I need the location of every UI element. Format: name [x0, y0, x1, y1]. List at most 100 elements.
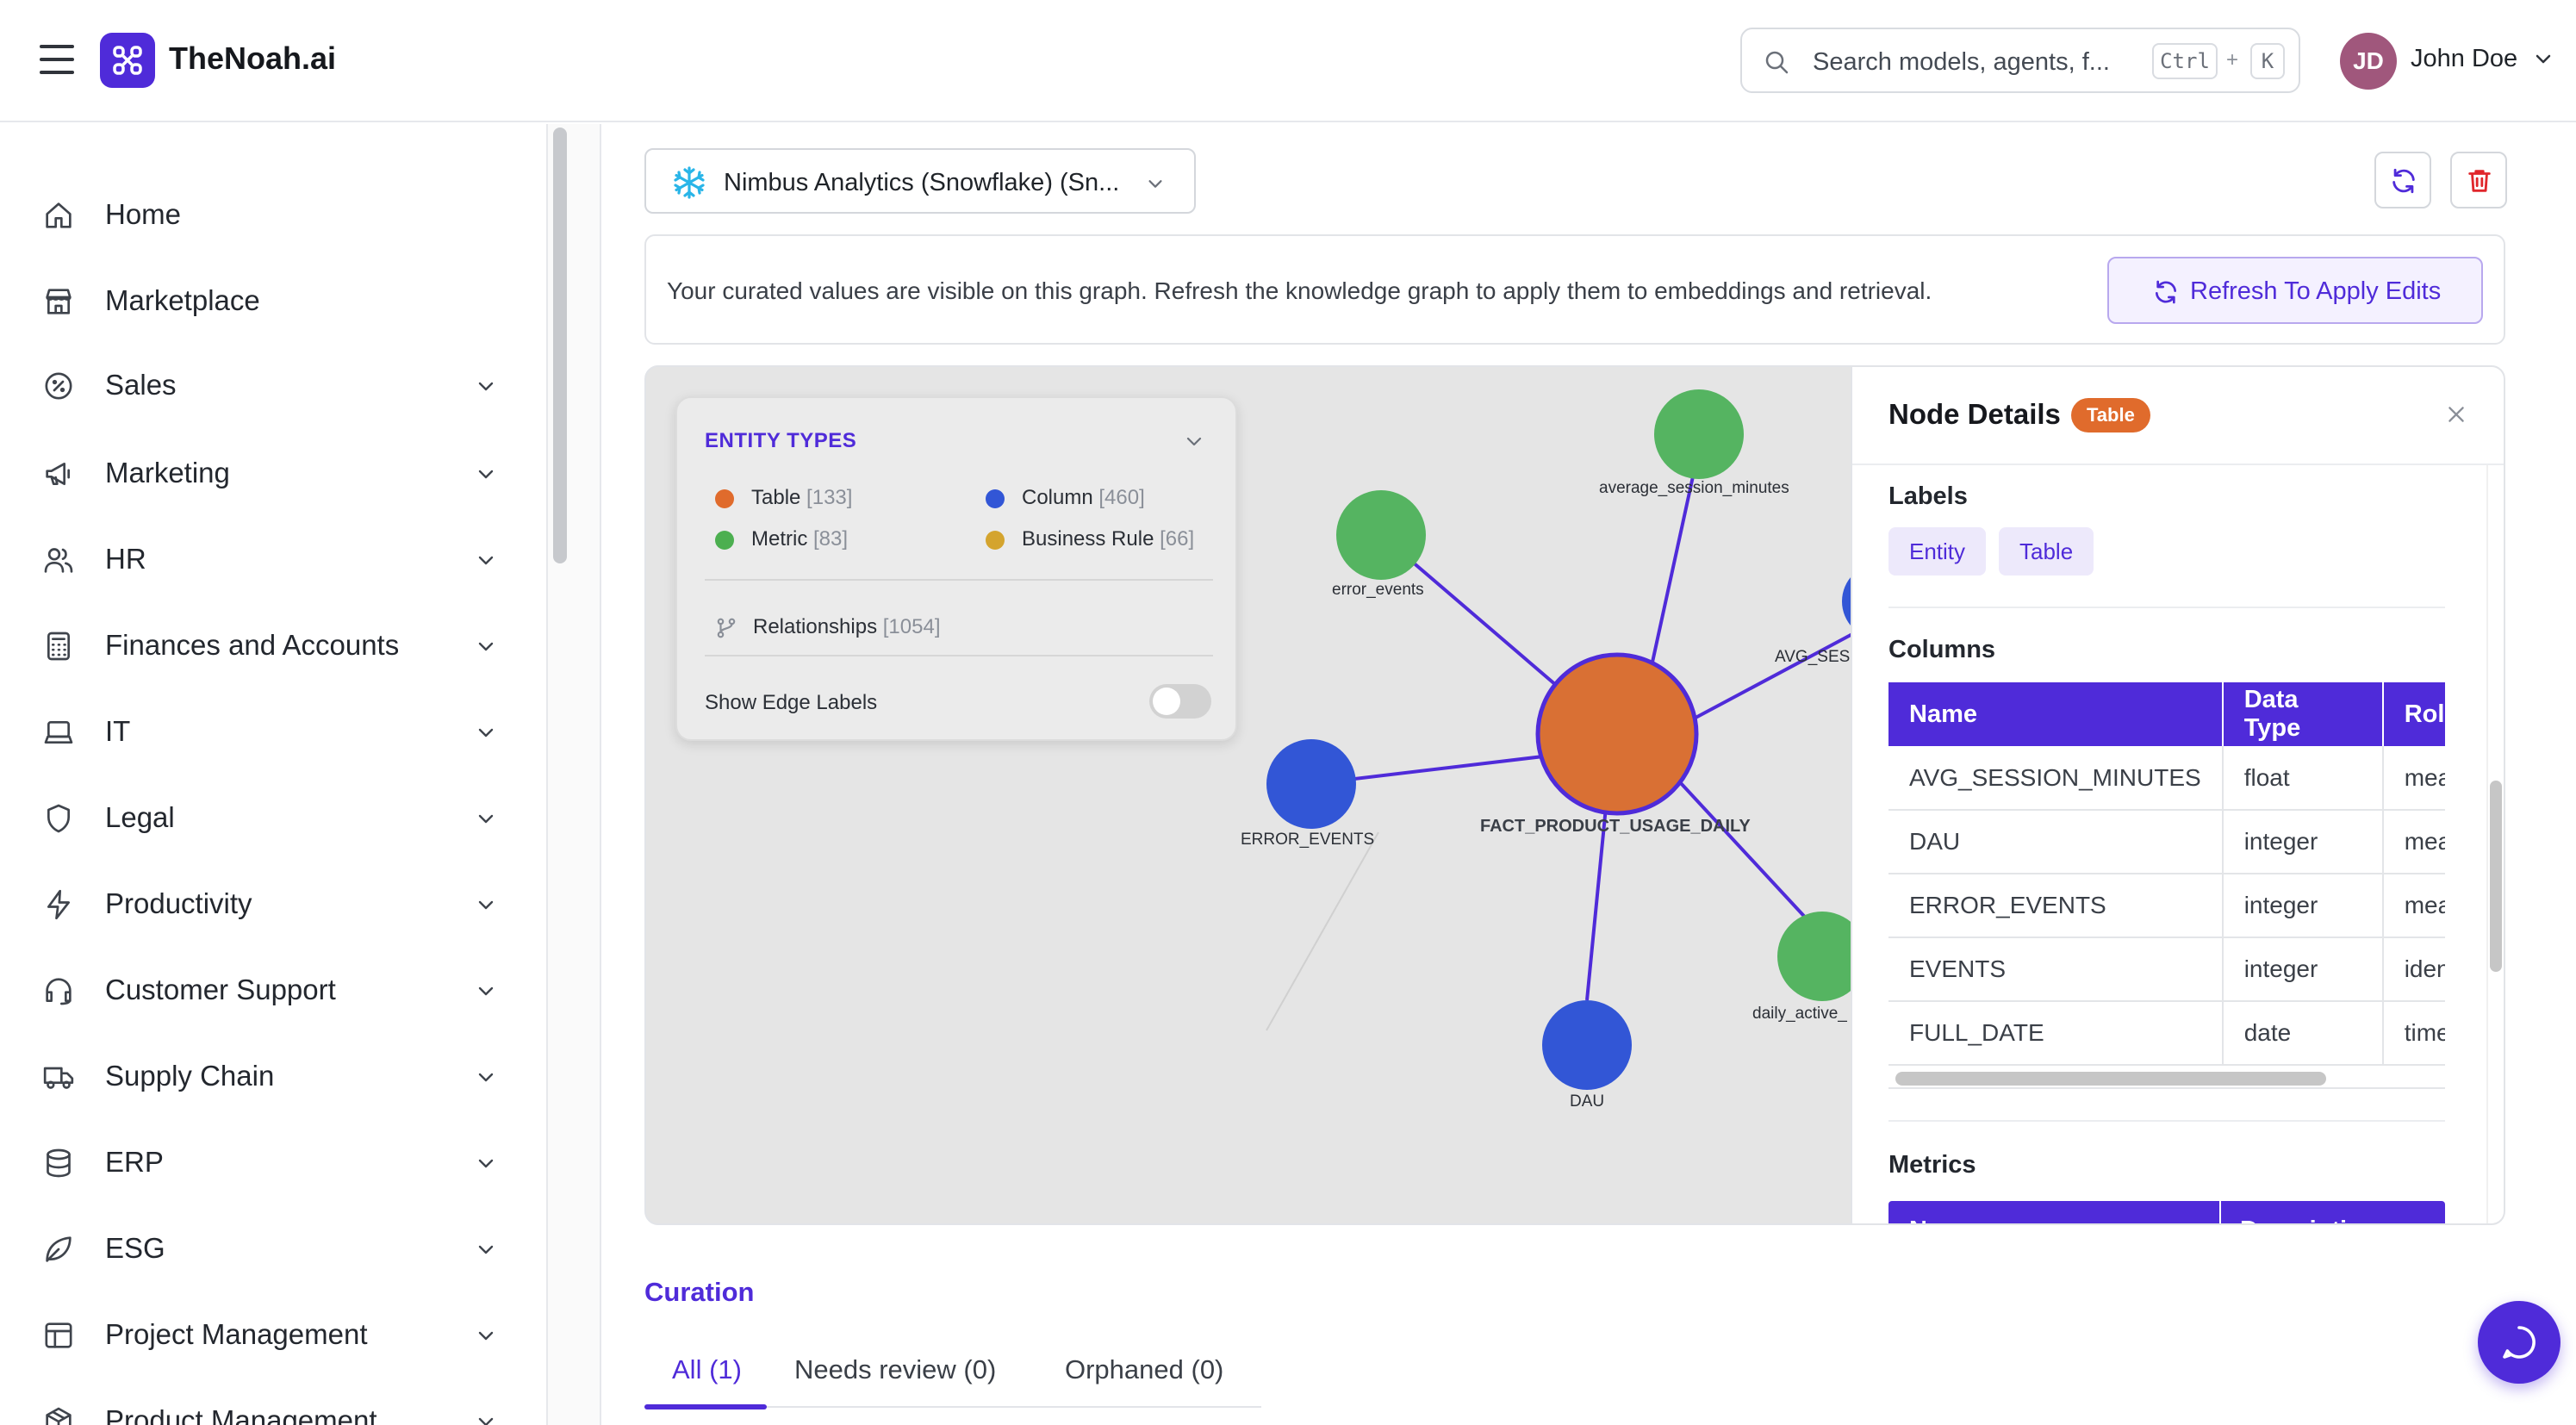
node-error-events-column[interactable]: [1266, 739, 1356, 829]
chevron-down-icon[interactable]: [2533, 48, 2554, 69]
label-pill: Table: [1999, 527, 2094, 576]
tab-orphaned[interactable]: Orphaned (0): [1065, 1354, 1223, 1385]
table-row[interactable]: AVG_SESSION_MINUTESfloatmeasure: [1888, 746, 2445, 811]
table-row[interactable]: FULL_DATEdatetime: [1888, 1001, 2445, 1066]
divider: [1888, 607, 2445, 608]
chevron-down-icon[interactable]: [476, 980, 496, 1001]
chat-button[interactable]: [2478, 1301, 2560, 1384]
chevron-down-icon[interactable]: [476, 376, 496, 396]
delete-button[interactable]: [2450, 152, 2507, 208]
node-label: FACT_PRODUCT_USAGE_DAILY: [1480, 817, 1751, 836]
store-icon: [46, 289, 72, 314]
sidebar-item-marketing[interactable]: Marketing: [0, 439, 534, 508]
chevron-down-icon[interactable]: [476, 808, 496, 829]
app-name[interactable]: TheNoah.ai: [169, 40, 336, 77]
divider: [1888, 1120, 2445, 1122]
details-scrollbar[interactable]: [2490, 781, 2502, 972]
refresh-apply-edits-button[interactable]: Refresh To Apply Edits: [2107, 257, 2483, 324]
sidebar-item-sales[interactable]: Sales: [0, 352, 534, 420]
sidebar-item-label: HR: [105, 543, 146, 575]
table-row[interactable]: ERROR_EVENTSintegermeasure: [1888, 874, 2445, 938]
node-average-session-minutes[interactable]: [1654, 389, 1744, 479]
cell-data-type: date: [2222, 1001, 2384, 1066]
tab-needs-review[interactable]: Needs review (0): [794, 1354, 996, 1385]
avatar[interactable]: JD: [2340, 33, 2397, 90]
node-dau-column[interactable]: [1542, 1000, 1632, 1090]
sidebar-item-legal[interactable]: Legal: [0, 784, 534, 853]
metrics-table-header: Name Description: [1888, 1201, 2445, 1223]
shield-icon: [47, 804, 70, 833]
legend-item-column[interactable]: Column [460]: [1022, 486, 1145, 510]
sidebar-item-product-management[interactable]: Product Management: [0, 1387, 534, 1425]
chevron-down-icon[interactable]: [476, 550, 496, 570]
sidebar-item-marketplace[interactable]: Marketplace: [0, 267, 534, 336]
tab-all[interactable]: All (1): [672, 1354, 742, 1385]
node-fact-product-usage-daily[interactable]: [1535, 652, 1699, 816]
datasource-select[interactable]: Nimbus Analytics (Snowflake) (Sn...: [644, 148, 1196, 214]
table-horizontal-scrollbar[interactable]: [1895, 1072, 2326, 1086]
chevron-down-icon[interactable]: [1184, 431, 1204, 451]
chevron-down-icon[interactable]: [476, 1325, 496, 1346]
cell-data-type: integer: [2222, 810, 2384, 874]
menu-icon[interactable]: [40, 45, 74, 74]
chevron-down-icon[interactable]: [476, 636, 496, 656]
refresh-graph-button[interactable]: [2374, 152, 2431, 208]
legend-item-table[interactable]: Table [133]: [751, 486, 852, 510]
headset-icon: [46, 978, 72, 1005]
legend-item-metric[interactable]: Metric [83]: [751, 527, 848, 551]
column-header-name[interactable]: Name: [1888, 682, 2224, 746]
chevron-down-icon[interactable]: [476, 1153, 496, 1173]
shortcut-k-key: K: [2250, 43, 2285, 79]
cell-name: AVG_SESSION_MINUTES: [1888, 746, 2224, 811]
sidebar-scrollbar[interactable]: [553, 128, 567, 563]
legend-item-business-rule[interactable]: Business Rule [66]: [1022, 527, 1194, 551]
chevron-down-icon[interactable]: [476, 722, 496, 743]
search-placeholder: Search models, agents, f...: [1813, 48, 2110, 76]
trash-icon: [2468, 170, 2491, 192]
user-name[interactable]: John Doe: [2411, 45, 2517, 73]
sidebar-item-finances-and-accounts[interactable]: Finances and Accounts: [0, 612, 534, 681]
close-icon[interactable]: [2445, 403, 2467, 426]
chevron-down-icon[interactable]: [476, 894, 496, 915]
columns-table[interactable]: Name Data Type Role AVG_SESSION_MINUTESf…: [1888, 682, 2445, 1087]
metrics-header-description[interactable]: Description: [2240, 1217, 2378, 1223]
show-edge-labels-toggle[interactable]: [1149, 684, 1211, 719]
sidebar-item-customer-support[interactable]: Customer Support: [0, 956, 534, 1025]
sidebar-item-it[interactable]: IT: [0, 698, 534, 767]
cell-name: FULL_DATE: [1888, 1001, 2224, 1066]
column-dot-icon: [986, 489, 1005, 508]
column-header-data-type[interactable]: Data Type: [2222, 682, 2384, 746]
sidebar-item-label: Supply Chain: [105, 1060, 275, 1092]
sidebar-item-hr[interactable]: HR: [0, 526, 534, 594]
refresh-icon: [2392, 168, 2415, 194]
sidebar-item-erp[interactable]: ERP: [0, 1129, 534, 1198]
apply-edits-label: Refresh To Apply Edits: [2190, 277, 2442, 305]
logo-icon[interactable]: [100, 33, 155, 88]
chevron-down-icon[interactable]: [476, 1067, 496, 1087]
search-input[interactable]: Search models, agents, f... Ctrl + K: [1740, 28, 2300, 93]
refresh-icon: [2156, 280, 2176, 304]
chat-bubble-icon: [2503, 1326, 2536, 1359]
node-error-events-metric[interactable]: [1336, 490, 1426, 580]
cell-data-type: integer: [2222, 874, 2384, 938]
sidebar-item-project-management[interactable]: Project Management: [0, 1301, 534, 1370]
sidebar-item-esg[interactable]: ESG: [0, 1215, 534, 1284]
cell-name: ERROR_EVENTS: [1888, 874, 2224, 938]
datasource-label: Nimbus Analytics (Snowflake) (Sn...: [724, 169, 1120, 196]
search-icon: [1765, 51, 1789, 74]
table-row[interactable]: DAUintegermeasure: [1888, 810, 2445, 874]
chevron-down-icon[interactable]: [476, 1411, 496, 1425]
table-row[interactable]: EVENTSintegeridentifier: [1888, 937, 2445, 1002]
sidebar-item-home[interactable]: Home: [0, 181, 534, 250]
column-header-role[interactable]: Role: [2382, 682, 2445, 746]
chevron-down-icon[interactable]: [476, 464, 496, 484]
metrics-header-name[interactable]: Name: [1909, 1217, 1977, 1223]
sidebar-item-supply-chain[interactable]: Supply Chain: [0, 1042, 534, 1111]
node-details-title: Node Details: [1888, 398, 2061, 430]
sidebar-item-productivity[interactable]: Productivity: [0, 870, 534, 939]
chevron-down-icon[interactable]: [476, 1239, 496, 1260]
knowledge-graph[interactable]: average_session_minutes error_events AVG…: [644, 365, 2505, 1225]
box-icon: [46, 1407, 72, 1425]
sidebar-item-label: Sales: [105, 369, 177, 401]
sidebar-item-label: Marketing: [105, 457, 230, 488]
